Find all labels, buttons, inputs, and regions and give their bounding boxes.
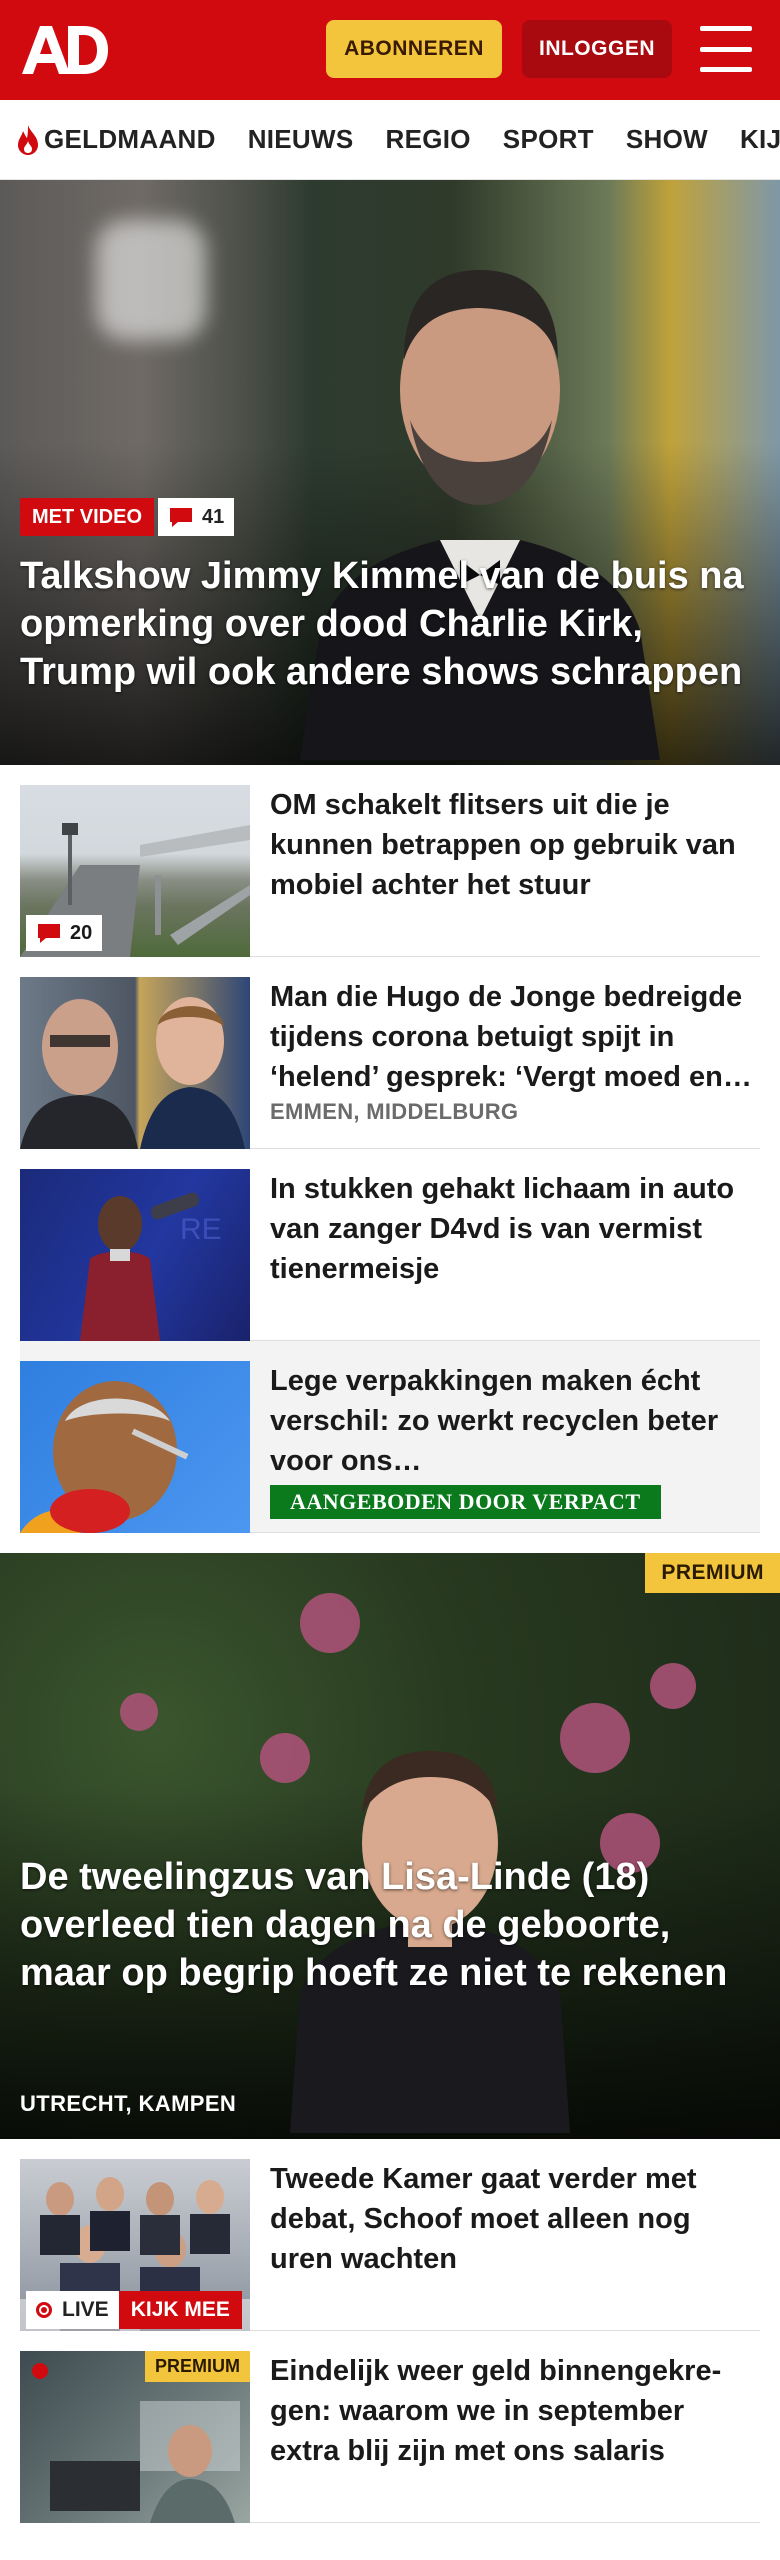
flame-icon [18, 124, 38, 155]
live-badge[interactable]: LIVE KIJK MEE [26, 2291, 242, 2329]
article-title[interactable]: Eindelijk weer geld binnengekre­gen: waa… [270, 2351, 752, 2471]
article-title[interactable]: Lege verpakkingen maken écht verschil: z… [270, 1361, 752, 1481]
article-thumbnail: LIVE KIJK MEE [20, 2159, 250, 2331]
section-nav: GELDMAAND NIEUWS REGIO SPORT SHOW KIJK [0, 100, 780, 180]
flower-decor [560, 1703, 630, 1773]
login-button[interactable]: INLOGGEN [522, 20, 672, 78]
article-title[interactable]: Tweede Kamer gaat verder met debat, Scho… [270, 2159, 752, 2279]
live-label: LIVE [62, 2298, 109, 2321]
hero-light [96, 220, 206, 340]
sponsored-list-item[interactable]: Lege verpakkingen maken écht verschil: z… [20, 1341, 760, 1533]
article-thumbnail: PREMIUM [20, 2351, 250, 2523]
man-eating-photo [20, 1381, 189, 1533]
article-text: Man die Hugo de Jonge bedreigde tijdens … [250, 977, 760, 1125]
watch-live-button[interactable]: KIJK MEE [118, 2291, 242, 2329]
hero-article[interactable]: MET VIDEO 41 Talkshow Jimmy Kimmel van d… [0, 180, 780, 765]
comment-icon [170, 508, 193, 527]
top-header: ABONNEREN INLOGGEN [0, 0, 780, 100]
article-title[interactable]: In stukken gehakt lichaam in auto van za… [270, 1169, 752, 1289]
list-item[interactable]: LIVE KIJK MEE Tweede Kamer gaat verder m… [20, 2139, 760, 2331]
flower-decor [120, 1693, 158, 1731]
live-dot-icon [36, 2302, 52, 2318]
list-item[interactable]: PREMIUM Eindelijk weer geld binnengekre­… [20, 2331, 760, 2523]
nav-item-show[interactable]: SHOW [626, 124, 708, 155]
list-item[interactable]: RE In stukken gehakt lichaam in auto van… [20, 1149, 760, 1341]
svg-text:RE: RE [180, 1213, 222, 1246]
list-item[interactable]: 20 OM schakelt flitsers uit die je kunne… [20, 765, 760, 957]
list-item[interactable]: Man die Hugo de Jonge bedreigde tijdens … [20, 957, 760, 1149]
article-thumbnail [20, 1361, 250, 1533]
flower-decor [650, 1663, 696, 1709]
video-badge: MET VIDEO [20, 498, 155, 536]
nav-item-kijk[interactable]: KIJK [740, 124, 780, 155]
feature-title[interactable]: De tweelingzus van Lisa-Linde (18) overl… [20, 1853, 760, 1997]
ad-logo[interactable] [20, 20, 116, 80]
nav-item-sport[interactable]: SPORT [503, 124, 594, 155]
nav-item-nieuws[interactable]: NIEUWS [248, 124, 354, 155]
hamburger-menu-icon[interactable] [700, 26, 752, 72]
article-location: EMMEN, MIDDELBURG [270, 1099, 519, 1124]
comment-icon [38, 924, 60, 943]
sponsor-label: AANGEBODEN DOOR VERPACT [270, 1485, 661, 1519]
two-men-photo [20, 997, 245, 1149]
hero-title[interactable]: Talkshow Jimmy Kimmel van de buis na opm… [20, 552, 760, 696]
comment-count-badge[interactable]: 41 [158, 498, 235, 536]
article-title[interactable]: Man die Hugo de Jonge bedreigde tijdens … [270, 977, 752, 1097]
article-text: Tweede Kamer gaat verder met debat, Scho… [250, 2159, 760, 2279]
article-text: Eindelijk weer geld binnengekre­gen: waa… [250, 2351, 760, 2471]
live-indicator: LIVE [26, 2291, 119, 2329]
article-thumbnail: 20 [20, 785, 250, 957]
premium-badge: PREMIUM [145, 2351, 250, 2382]
comment-count: 20 [70, 921, 93, 944]
article-text: OM schakelt flitsers uit die je kunnen b… [250, 785, 760, 905]
nav-label: GELDMAAND [44, 124, 216, 154]
premium-badge: PREMIUM [645, 1553, 780, 1593]
nav-item-geldmaand[interactable]: GELDMAAND [16, 124, 216, 156]
hero-badges: MET VIDEO 41 [20, 498, 235, 536]
article-thumbnail: RE [20, 1169, 250, 1341]
article-text: In stukken gehakt lichaam in auto van za… [250, 1169, 760, 1289]
singer-photo: RE [80, 1192, 222, 1341]
subscribe-button[interactable]: ABONNEREN [326, 20, 502, 78]
comment-count-badge[interactable]: 20 [26, 915, 103, 951]
article-text: Lege verpakkingen maken écht verschil: z… [250, 1361, 760, 1519]
article-list-2: LIVE KIJK MEE Tweede Kamer gaat verder m… [0, 2139, 780, 2523]
article-title[interactable]: OM schakelt flitsers uit die je kunnen b… [270, 785, 752, 905]
article-thumbnail [20, 977, 250, 1149]
feature-location: UTRECHT, KAMPEN [20, 2091, 237, 2116]
article-list: 20 OM schakelt flitsers uit die je kunne… [0, 765, 780, 1533]
comment-count: 41 [202, 505, 225, 528]
nav-item-regio[interactable]: REGIO [386, 124, 471, 155]
premium-feature-article[interactable]: PREMIUM De tweelingzus van Lisa-Linde (1… [0, 1553, 780, 2139]
flower-decor [300, 1593, 360, 1653]
